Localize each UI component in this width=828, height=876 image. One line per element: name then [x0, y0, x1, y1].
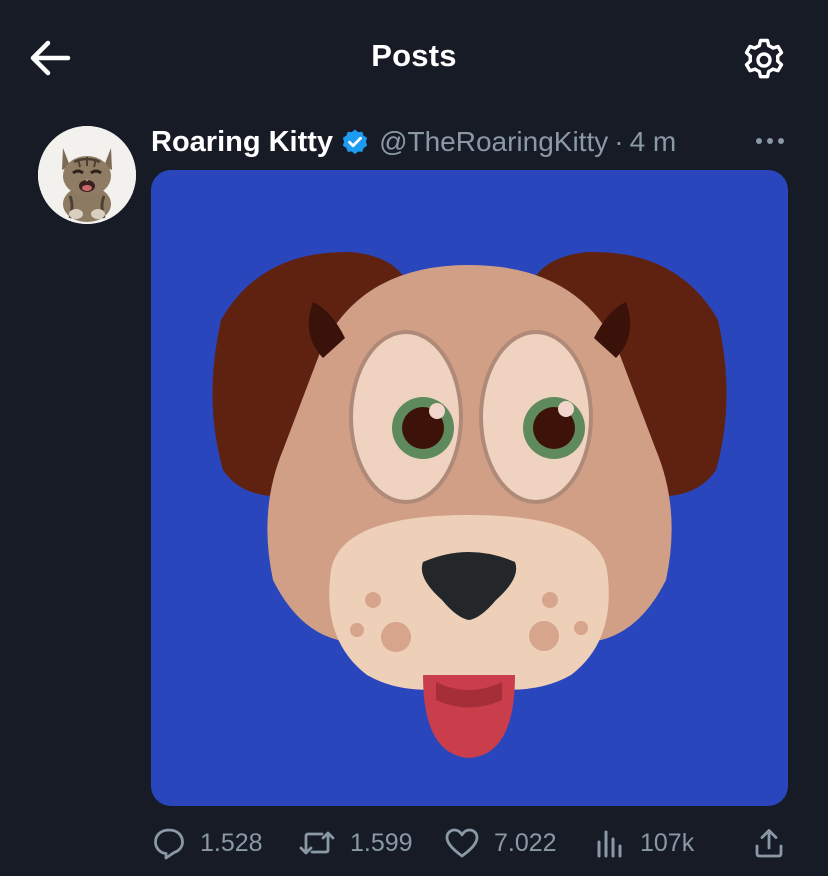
author-name[interactable]: Roaring Kitty [151, 126, 333, 159]
author-handle[interactable]: @TheRoaringKitty [379, 126, 608, 158]
repost-icon [299, 831, 335, 855]
heart-icon [445, 828, 479, 858]
reply-icon [154, 828, 184, 860]
post-timestamp[interactable]: 4 m [630, 126, 677, 158]
analytics-icon [597, 830, 622, 858]
avatar[interactable] [38, 126, 136, 224]
separator-dot: · [614, 126, 624, 157]
verified-badge-icon [341, 128, 369, 156]
post-header: Roaring Kitty @TheRoaringKitty · 4 m [151, 120, 676, 164]
more-options-button[interactable] [752, 124, 788, 158]
views-count: 107k [640, 828, 695, 857]
share-button[interactable] [752, 818, 786, 868]
like-button[interactable]: 7.022 [444, 818, 557, 868]
settings-button[interactable] [740, 36, 788, 84]
views-button[interactable]: 107k [596, 818, 694, 868]
share-icon [755, 829, 783, 858]
more-horizontal-icon [756, 138, 784, 144]
gear-icon [744, 38, 784, 79]
reply-button[interactable]: 1.528 [152, 818, 263, 868]
reply-count: 1.528 [200, 828, 263, 857]
post-media-image[interactable] [151, 170, 788, 806]
repost-count: 1.599 [350, 828, 413, 857]
repost-button[interactable]: 1.599 [298, 818, 413, 868]
top-bar: Posts [0, 0, 828, 120]
kitten-avatar-image [38, 126, 136, 224]
dog-face-emoji [212, 251, 727, 758]
post-actions-bar: 1.528 1.599 7.022 107k [0, 818, 828, 868]
like-count: 7.022 [494, 828, 557, 857]
page-title: Posts [371, 38, 457, 73]
